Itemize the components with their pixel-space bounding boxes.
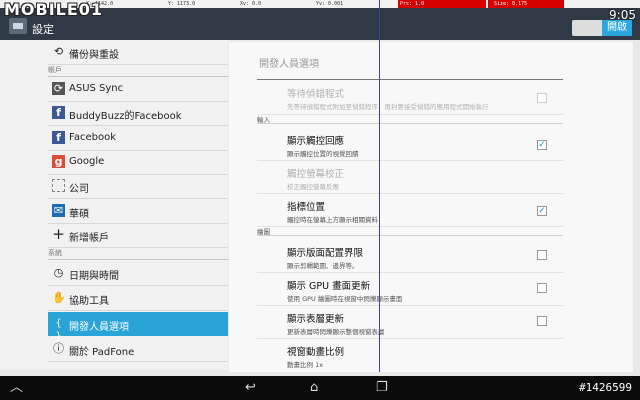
pref-wait-debugger[interactable]: 等待偵錯程式 先等待偵錯程式附加至偵錯程序，再封要接受偵錯的應用程式開始執行 — [257, 81, 563, 115]
toggle-label: 開啟 — [602, 20, 632, 36]
sidebar-item-google[interactable]: g Google — [48, 150, 228, 175]
pref-title: 視窗動畫比例 — [287, 347, 345, 358]
pref-summary: 觸控時在螢幕上方顯示相關資料 — [287, 216, 378, 224]
section-header-label: 系統 — [48, 249, 62, 257]
pref-layout-bounds[interactable]: 顯示版面配置界限 顯示剪輯範圍、邊界等。 — [257, 240, 563, 273]
developer-options-panel: 開發人員選項 等待偵錯程式 先等待偵錯程式附加至偵錯程序，再封要接受偵錯的應用程… — [229, 42, 633, 372]
debug-prs: Prs: 1.0 — [400, 1, 425, 7]
back-icon[interactable]: ↩ — [245, 379, 256, 397]
settings-app-icon[interactable] — [9, 18, 27, 34]
accounts-header: 帳戶 — [48, 65, 228, 77]
pref-window-animation[interactable]: 視窗動畫比例 動畫比例 1x — [257, 339, 563, 372]
layout-bounds-checkbox[interactable] — [537, 250, 547, 260]
sidebar-item-label: ASUS Sync — [69, 83, 124, 94]
page-title: 設定 — [32, 23, 54, 36]
clock-icon: ◷ — [53, 266, 64, 279]
pref-summary: 動畫比例 1x — [287, 361, 324, 369]
sidebar-item-facebook[interactable]: f Facebook — [48, 126, 228, 151]
sidebar-item-about[interactable]: ⓘ 關於 PadFone — [48, 337, 228, 362]
sidebar-item-datetime[interactable]: ◷ 日期與時間 — [48, 261, 228, 286]
sidebar-item-label: 關於 PadFone — [69, 347, 135, 358]
sidebar-item-exchange[interactable]: ✉ 華碩 — [48, 199, 228, 224]
gpu-updates-checkbox[interactable] — [537, 283, 547, 293]
pref-title: 顯示版面配置界限 — [287, 248, 364, 259]
pref-title: 指標位置 — [287, 202, 326, 213]
sidebar-item-label: 日期與時間 — [69, 271, 119, 282]
asus-sync-icon: ⟳ — [52, 82, 65, 95]
pref-show-touches[interactable]: 顯示觸控回應 顯示觸控位置的視覺回饋 ✓ — [257, 128, 563, 161]
plus-icon: + — [52, 225, 65, 243]
pref-summary: 使用 GPU 繪圖時在視窗中閃爍顯示畫面 — [287, 295, 403, 303]
sidebar-item-company[interactable]: 公司 — [48, 174, 228, 199]
hand-icon: ✋ — [52, 291, 66, 304]
show-touches-checkbox[interactable]: ✓ — [537, 140, 547, 150]
input-category-header: 輸入 — [257, 114, 563, 124]
google-icon: g — [52, 155, 65, 168]
pref-title: 顯示觸控回應 — [287, 136, 345, 147]
sidebar-item-label: Facebook — [69, 132, 116, 143]
recent-apps-icon[interactable]: ❐ — [376, 379, 388, 397]
facebook-icon: f — [52, 106, 65, 119]
sidebar-item-label: 開發人員選項 — [69, 322, 129, 333]
sidebar-item-developer[interactable]: { } 開發人員選項 — [48, 312, 228, 342]
pref-summary: 顯示觸控位置的視覺回饋 — [287, 150, 359, 158]
pref-summary: 校正觸控螢幕反應 — [287, 183, 339, 191]
pref-surface-updates[interactable]: 顯示表層更新 更新表層時閃爍顯示整個視窗表層 — [257, 306, 563, 339]
debug-y: Y: 1173.0 — [168, 1, 196, 7]
sidebar-item-backup[interactable]: ⟲ 備份與重設 — [48, 40, 228, 65]
developer-braces-icon: { } — [55, 318, 62, 342]
image-id-label: #1426599 — [579, 381, 632, 394]
pointer-location-crosshair — [379, 0, 380, 372]
pref-summary: 更新表層時閃爍顯示整個視窗表層 — [287, 328, 385, 336]
drawing-category-header: 繪圖 — [257, 226, 563, 236]
debug-size: Size: 0.175 — [494, 1, 528, 7]
sidebar-item-label: 協助工具 — [69, 296, 109, 307]
pref-gpu-updates[interactable]: 顯示 GPU 畫面更新 使用 GPU 繪圖時在視窗中閃爍顯示畫面 — [257, 273, 563, 306]
pref-touch-calibration[interactable]: 觸控螢幕校正 校正觸控螢幕反應 — [257, 161, 563, 194]
debug-xv: Xv: 0.0 — [240, 1, 262, 7]
sidebar-item-accessibility[interactable]: ✋ 協助工具 — [48, 286, 228, 311]
pref-pointer-location[interactable]: 指標位置 觸控時在螢幕上方顯示相關資料 ✓ — [257, 194, 563, 227]
home-icon[interactable]: ⌂ — [310, 379, 318, 397]
divider — [257, 79, 563, 80]
sidebar-item-label: Google — [69, 156, 105, 167]
backup-icon: ⟲ — [53, 45, 64, 58]
section-header-label: 帳戶 — [48, 66, 62, 74]
chevron-up-icon[interactable]: ︿ — [10, 379, 23, 397]
sidebar-item-label: 新增帳戶 — [69, 233, 109, 244]
pref-summary: 顯示剪輯範圍、邊界等。 — [287, 262, 359, 270]
watermark-logo: MOBILE01 — [4, 0, 104, 19]
sidebar-item-label: 華碩 — [69, 209, 89, 220]
sidebar-item-label: BuddyBuzz的Facebook — [69, 111, 182, 122]
pref-title: 顯示表層更新 — [287, 314, 345, 325]
system-header: 系統 — [48, 248, 228, 260]
sidebar-item-label: 公司 — [69, 184, 89, 195]
surface-updates-checkbox[interactable] — [537, 316, 547, 326]
pref-title: 等待偵錯程式 — [287, 89, 345, 100]
info-icon: ⓘ — [53, 342, 64, 355]
company-icon — [52, 179, 65, 192]
settings-sidebar: ⟲ 備份與重設 帳戶 ⟳ ASUS Sync f BuddyBuzz的Faceb… — [0, 40, 228, 370]
pref-title: 顯示 GPU 畫面更新 — [287, 281, 371, 292]
pref-summary: 先等待偵錯程式附加至偵錯程序，再封要接受偵錯的應用程式開始執行 — [287, 103, 489, 111]
pref-title: 觸控螢幕校正 — [287, 169, 345, 180]
navigation-bar: ︿ ↩ ⌂ ❐ #1426599 — [0, 376, 640, 400]
exchange-icon: ✉ — [52, 204, 65, 217]
debug-yv: Yv: 0.001 — [316, 1, 344, 7]
status-clock: 9:05 — [609, 8, 636, 22]
wait-debugger-checkbox[interactable] — [537, 93, 547, 103]
pointer-location-checkbox[interactable]: ✓ — [537, 206, 547, 216]
sidebar-item-buddybuzz[interactable]: f BuddyBuzz的Facebook — [48, 101, 228, 126]
sidebar-item-asus-sync[interactable]: ⟳ ASUS Sync — [48, 77, 228, 102]
facebook-icon: f — [52, 131, 65, 144]
sidebar-item-label: 備份與重設 — [69, 50, 119, 61]
panel-title: 開發人員選項 — [259, 59, 319, 70]
sidebar-item-add-account[interactable]: + 新增帳戶 — [48, 223, 228, 248]
developer-options-toggle[interactable]: 開啟 — [572, 20, 632, 36]
